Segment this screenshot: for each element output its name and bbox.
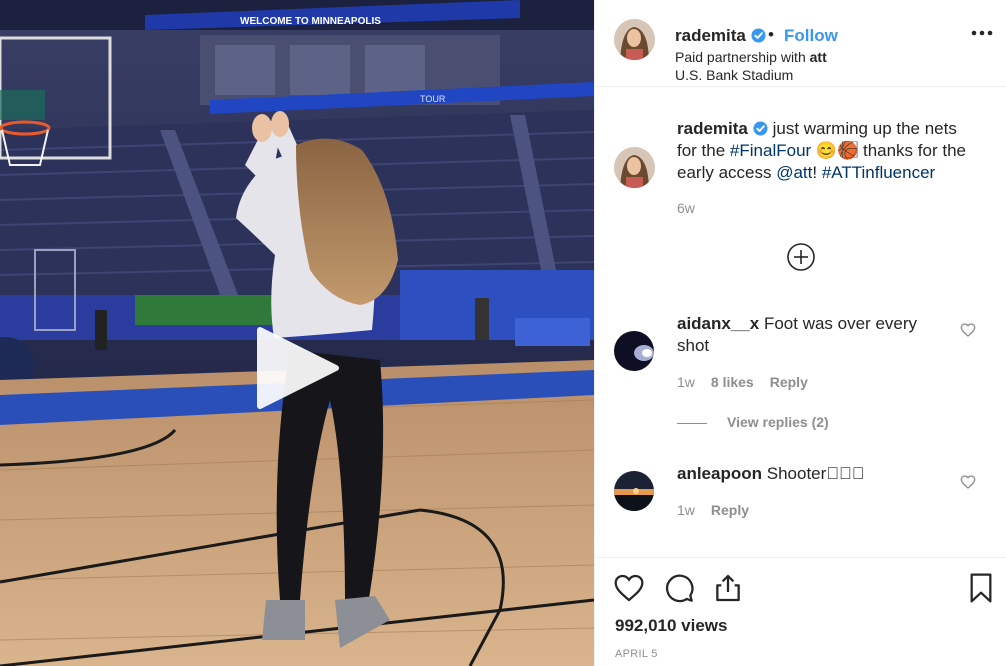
more-options-button[interactable] [971, 30, 993, 44]
verified-badge-icon [753, 121, 768, 136]
comment-button[interactable] [663, 572, 695, 604]
caption-emojis: 😊🏀⃞⃞⃞ [811, 141, 863, 160]
comment-time[interactable]: 1w [677, 374, 695, 390]
comment-username[interactable]: anleapoon [677, 464, 762, 483]
caption-username[interactable]: rademita [677, 119, 748, 138]
more-options-icon [971, 30, 993, 36]
comment-time[interactable]: 1w [677, 502, 695, 518]
author-avatar[interactable] [614, 19, 655, 60]
share-icon [716, 574, 740, 602]
post-location[interactable]: U.S. Bank Stadium [675, 67, 793, 83]
save-button[interactable] [965, 572, 997, 604]
heart-icon [614, 574, 644, 602]
post-actions: 992,010 views APRIL 5 [595, 557, 1006, 666]
header-separator: • [768, 25, 774, 44]
mention-att[interactable]: @att [776, 163, 812, 182]
comment-like-button[interactable] [960, 474, 976, 490]
author-username[interactable]: rademita [675, 26, 766, 46]
paid-partnership: Paid partnership with att [675, 49, 827, 65]
post-sidebar: rademita • Follow Paid partnership with … [594, 0, 1006, 666]
replies-divider [677, 422, 707, 424]
author-avatar-image [614, 19, 655, 60]
view-count[interactable]: 992,010 views [615, 616, 727, 636]
comment-meta: 1w 8 likes Reply [677, 374, 824, 390]
share-button[interactable] [712, 572, 744, 604]
comment-text: Shooter⃞⃞⃞ [762, 464, 865, 483]
hashtag-attinfluencer[interactable]: #ATTinfluencer [822, 163, 935, 182]
post-caption: rademita just warming up the nets for th… [677, 118, 977, 184]
scoreboard-text: TOUR [420, 94, 446, 104]
view-replies-button[interactable]: View replies (2) [677, 414, 829, 430]
load-more-comments-button[interactable] [786, 242, 816, 272]
play-button[interactable] [256, 326, 340, 410]
comment-icon [666, 574, 694, 603]
caption-timestamp[interactable]: 6w [677, 200, 695, 216]
verified-badge-icon [751, 28, 766, 43]
caption-avatar-image [614, 147, 655, 188]
comment-meta: 1w Reply [677, 502, 765, 518]
commenter-avatar-anleapoon[interactable] [614, 471, 654, 511]
commenter-avatar-image [614, 471, 654, 511]
comment-username[interactable]: aidanx__x [677, 314, 759, 333]
like-button[interactable] [613, 572, 645, 604]
follow-button[interactable]: Follow [784, 26, 838, 46]
heart-outline-icon [960, 475, 976, 489]
comment-aidanx: aidanx__x Foot was over every shot [677, 313, 947, 357]
post-date[interactable]: APRIL 5 [615, 648, 658, 660]
hashtag-finalfour[interactable]: #FinalFour [730, 141, 811, 160]
comment-anleapoon: anleapoon Shooter⃞⃞⃞ [677, 463, 947, 485]
view-replies-label[interactable]: View replies (2) [727, 414, 829, 430]
comment-like-button[interactable] [960, 322, 976, 338]
reply-button[interactable]: Reply [711, 502, 749, 518]
partner-name[interactable]: att [810, 49, 827, 65]
heart-outline-icon [960, 323, 976, 337]
play-icon [257, 327, 339, 409]
bookmark-icon [970, 573, 992, 603]
banner-text: WELCOME TO MINNEAPOLIS [240, 16, 381, 27]
caption-avatar[interactable] [614, 147, 655, 188]
caption-text-3: ! [812, 163, 822, 182]
post-media[interactable]: WELCOME TO MINNEAPOLIS TOUR [0, 0, 594, 666]
author-username-text[interactable]: rademita [675, 26, 746, 45]
reply-button[interactable]: Reply [770, 374, 808, 390]
post-header: rademita • Follow Paid partnership with … [595, 0, 1006, 87]
comment-likes[interactable]: 8 likes [711, 374, 754, 390]
commenter-avatar-image [614, 331, 654, 371]
plus-circle-icon [787, 243, 815, 271]
commenter-avatar-aidanx[interactable] [614, 331, 654, 371]
partner-prefix: Paid partnership with [675, 49, 810, 65]
